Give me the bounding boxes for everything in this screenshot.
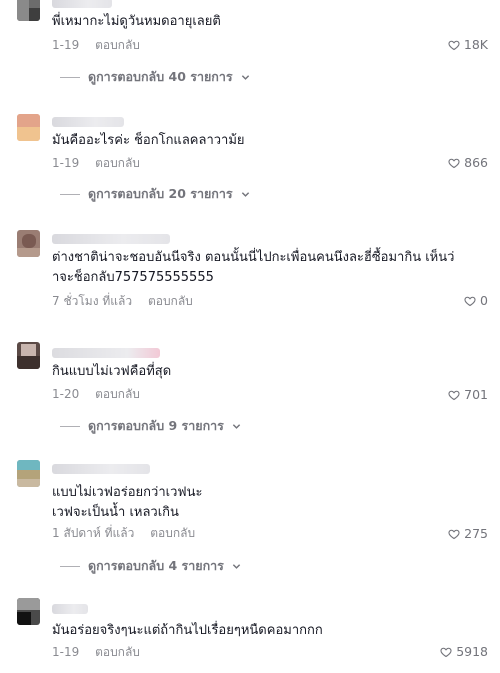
chevron-down-icon xyxy=(232,423,241,429)
username[interactable] xyxy=(52,604,88,614)
divider xyxy=(60,193,80,195)
like-button[interactable]: 701 xyxy=(448,387,488,402)
username[interactable] xyxy=(52,0,112,8)
chevron-down-icon xyxy=(232,563,241,569)
reply-button[interactable]: ตอบกลับ xyxy=(95,156,140,170)
divider xyxy=(60,425,80,427)
like-count: 18K xyxy=(463,37,488,52)
like-button[interactable]: 5918 xyxy=(440,644,488,659)
reply-button[interactable]: ตอบกลับ xyxy=(95,387,140,401)
view-replies-button[interactable]: ดูการตอบกลับ 4 รายการ xyxy=(60,556,241,576)
chevron-down-icon xyxy=(241,191,249,197)
heart-icon xyxy=(448,390,460,400)
avatar[interactable] xyxy=(17,114,40,141)
replies-label: ดูการตอบกลับ 40 รายการ xyxy=(88,69,233,84)
heart-icon xyxy=(440,647,452,657)
reply-button[interactable]: ตอบกลับ xyxy=(148,294,193,308)
like-button[interactable]: 18K xyxy=(448,37,488,52)
reply-button[interactable]: ตอบกลับ xyxy=(150,526,195,540)
comment-text: พี่เหมากะไม่ดูวันหมดอายุเลยติ xyxy=(52,14,221,29)
comment-date: 1 สัปดาห์ ที่แล้ว xyxy=(52,526,135,540)
heart-icon xyxy=(448,529,460,539)
replies-label: ดูการตอบกลับ 9 รายการ xyxy=(88,418,224,433)
comment-text: กินแบบไม่เวฟคือที่สุด xyxy=(52,364,172,379)
username[interactable] xyxy=(52,348,160,358)
like-button[interactable]: 0 xyxy=(464,293,488,308)
avatar[interactable] xyxy=(17,598,40,625)
comment-text: มันอร่อยจริงๆนะแต่ถ้ากินไปเรื่อยๆหนืดคอม… xyxy=(52,623,323,638)
like-count: 0 xyxy=(480,293,488,308)
like-count: 701 xyxy=(464,387,488,402)
view-replies-button[interactable]: ดูการตอบกลับ 20 รายการ xyxy=(60,184,250,204)
comment-meta: 1-20 ตอบกลับ xyxy=(52,385,140,404)
like-count: 5918 xyxy=(456,644,488,659)
like-count: 275 xyxy=(464,526,488,541)
comment-meta: 1-19 ตอบกลับ xyxy=(52,36,140,55)
username[interactable] xyxy=(52,117,124,127)
avatar[interactable] xyxy=(17,0,40,21)
username[interactable] xyxy=(52,464,150,474)
avatar[interactable] xyxy=(17,230,40,257)
comment-date: 7 ชั่วโมง ที่แล้ว xyxy=(52,294,133,308)
comment-meta: 1 สัปดาห์ ที่แล้ว ตอบกลับ xyxy=(52,524,195,543)
comment-meta: 7 ชั่วโมง ที่แล้ว ตอบกลับ xyxy=(52,292,193,311)
comment-text: แบบไม่เวฟอร่อยกว่าเวฟนะ เวฟจะเป็นน้ำ เหล… xyxy=(52,485,203,520)
like-button[interactable]: 275 xyxy=(448,526,488,541)
heart-icon xyxy=(464,296,476,306)
reply-button[interactable]: ตอบกลับ xyxy=(95,645,140,659)
divider xyxy=(60,565,80,567)
like-count: 866 xyxy=(464,155,488,170)
heart-icon xyxy=(448,158,460,168)
username[interactable] xyxy=(52,234,170,244)
divider xyxy=(60,76,80,78)
comment-text: มันคืออะไรค่ะ ช็อกโกแลคลาวาม้ย xyxy=(52,133,245,148)
heart-icon xyxy=(448,40,460,50)
replies-label: ดูการตอบกลับ 20 รายการ xyxy=(88,186,233,201)
reply-button[interactable]: ตอบกลับ xyxy=(95,38,140,52)
comment-date: 1-20 xyxy=(52,387,80,401)
view-replies-button[interactable]: ดูการตอบกลับ 9 รายการ xyxy=(60,416,241,436)
comment-date: 1-19 xyxy=(52,156,80,170)
avatar[interactable] xyxy=(17,342,40,369)
view-replies-button[interactable]: ดูการตอบกลับ 40 รายการ xyxy=(60,67,250,87)
comment-meta: 1-19 ตอบกลับ xyxy=(52,154,140,173)
like-button[interactable]: 866 xyxy=(448,155,488,170)
avatar[interactable] xyxy=(17,460,40,487)
comment-date: 1-19 xyxy=(52,645,80,659)
chevron-down-icon xyxy=(241,74,249,80)
comment-meta: 1-19 ตอบกลับ xyxy=(52,643,140,662)
replies-label: ดูการตอบกลับ 4 รายการ xyxy=(88,558,224,573)
comment-date: 1-19 xyxy=(52,38,80,52)
comment-text: ต่างชาติน่าจะชอบอันนีจริง ตอนนั้นนี่ไปกะ… xyxy=(52,250,455,285)
